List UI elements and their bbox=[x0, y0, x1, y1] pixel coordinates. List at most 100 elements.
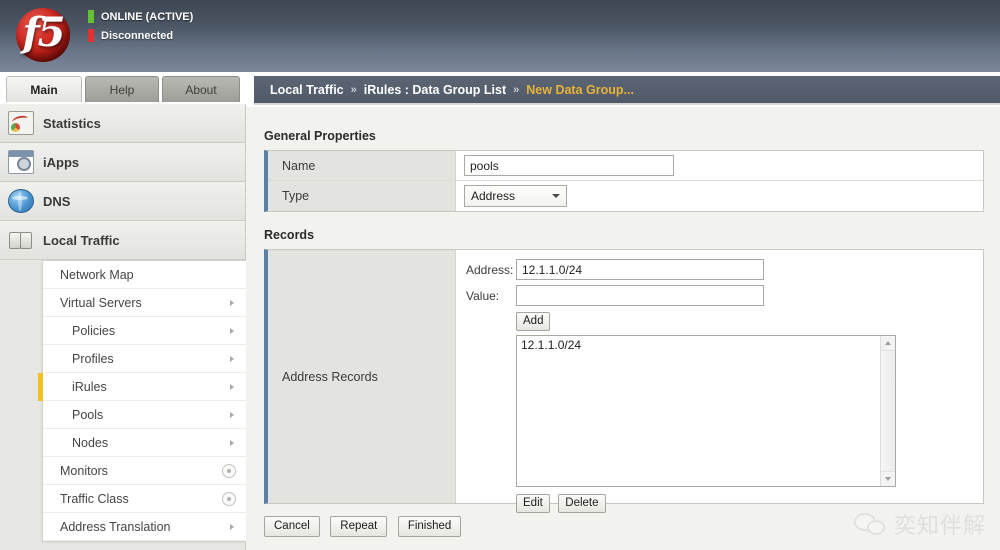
sidebar-item-statistics[interactable]: Statistics bbox=[0, 104, 245, 143]
add-button[interactable]: Add bbox=[516, 312, 551, 331]
records-row-address: Address: bbox=[466, 259, 973, 280]
label-address: Address: bbox=[466, 262, 514, 277]
sidebar-item-local-traffic[interactable]: Local Traffic bbox=[0, 221, 245, 260]
breadcrumb-item-local-traffic[interactable]: Local Traffic bbox=[270, 83, 344, 97]
sidebar-item-dns[interactable]: DNS bbox=[0, 182, 245, 221]
chevron-right-icon bbox=[230, 327, 234, 334]
sidebar-item-traffic-class[interactable]: Traffic Class bbox=[43, 485, 246, 513]
label-name: Name bbox=[268, 151, 456, 180]
sidebar-label-monitors: Monitors bbox=[60, 463, 108, 478]
field-name-cell bbox=[456, 151, 983, 180]
sidebar-label-dns: DNS bbox=[43, 193, 71, 209]
status-indicator-online-icon bbox=[88, 10, 94, 23]
tab-about[interactable]: About bbox=[162, 76, 240, 102]
scroll-down-icon[interactable] bbox=[881, 471, 895, 486]
chevron-right-icon bbox=[230, 299, 234, 306]
records-editor: Address: Value: Add 12.1.1.0/24 Ed bbox=[456, 250, 983, 513]
sidebar-label-address-translation: Address Translation bbox=[60, 519, 171, 534]
label-type: Type bbox=[268, 181, 456, 211]
type-select[interactable]: Address bbox=[464, 185, 567, 207]
status-indicator-disconnected-icon bbox=[88, 29, 94, 42]
f5-logo: f5 bbox=[12, 2, 74, 68]
sidebar-label-statistics: Statistics bbox=[43, 115, 101, 131]
list-item[interactable]: 12.1.1.0/24 bbox=[517, 336, 895, 353]
label-address-records: Address Records bbox=[268, 250, 456, 503]
status-block: ONLINE (ACTIVE) Disconnected bbox=[88, 8, 193, 46]
tab-help[interactable]: Help bbox=[85, 76, 159, 102]
sidebar-item-network-map[interactable]: Network Map bbox=[43, 261, 246, 289]
label-value: Value: bbox=[466, 288, 500, 303]
status-row-online: ONLINE (ACTIVE) bbox=[88, 8, 193, 25]
sidebar-item-irules[interactable]: iRules bbox=[38, 373, 246, 401]
field-type-cell: Address bbox=[456, 181, 983, 211]
sidebar-item-address-translation[interactable]: Address Translation bbox=[43, 513, 246, 541]
sidebar-item-iapps[interactable]: iApps bbox=[0, 143, 245, 182]
scroll-up-icon[interactable] bbox=[881, 336, 895, 351]
general-properties-panel: Name Type Address bbox=[264, 150, 984, 212]
listbox-scrollbar[interactable] bbox=[880, 336, 895, 486]
dns-icon bbox=[8, 189, 34, 213]
sidebar-item-monitors[interactable]: Monitors bbox=[43, 457, 246, 485]
sidebar-item-virtual-servers[interactable]: Virtual Servers bbox=[43, 289, 246, 317]
statistics-icon bbox=[8, 111, 34, 135]
sidebar: Statistics iApps DNS Local Traffic Netwo… bbox=[0, 104, 246, 550]
records-row-value: Value: bbox=[466, 285, 973, 306]
status-row-disconnected: Disconnected bbox=[88, 27, 193, 44]
type-select-value: Address bbox=[471, 189, 516, 203]
records-panel: Address Records Address: Value: Add 12.1… bbox=[264, 249, 984, 513]
status-label-online: ONLINE (ACTIVE) bbox=[101, 10, 194, 23]
cancel-button[interactable]: Cancel bbox=[264, 516, 320, 537]
sidebar-label-local-traffic: Local Traffic bbox=[43, 232, 120, 248]
sidebar-label-profiles: Profiles bbox=[72, 351, 114, 366]
sidebar-label-irules: iRules bbox=[72, 379, 107, 394]
general-properties-title: General Properties bbox=[264, 129, 376, 143]
iapps-icon bbox=[8, 150, 34, 174]
main-content: General Properties Name Type Address Rec… bbox=[246, 107, 1000, 550]
form-row-name: Name bbox=[268, 151, 983, 181]
chevron-right-icon bbox=[230, 439, 234, 446]
breadcrumb: Local Traffic » iRules : Data Group List… bbox=[254, 76, 1000, 105]
breadcrumb-separator-icon: » bbox=[350, 83, 357, 96]
value-input[interactable] bbox=[516, 285, 764, 306]
sidebar-label-virtual-servers: Virtual Servers bbox=[60, 295, 142, 310]
top-tabbar: Main Help About bbox=[0, 76, 246, 104]
delete-button[interactable]: Delete bbox=[558, 494, 606, 513]
sidebar-submenu: Network Map Virtual Servers Policies Pro… bbox=[38, 260, 246, 542]
sidebar-label-iapps: iApps bbox=[43, 154, 80, 170]
sidebar-label-policies: Policies bbox=[72, 323, 116, 338]
sidebar-item-nodes[interactable]: Nodes bbox=[43, 429, 246, 457]
logo-text: f5 bbox=[22, 9, 65, 56]
form-row-type: Type Address bbox=[268, 181, 983, 211]
sidebar-label-traffic-class: Traffic Class bbox=[60, 491, 129, 506]
record-actions: Edit Delete bbox=[516, 493, 973, 513]
records-listbox[interactable]: 12.1.1.0/24 bbox=[516, 335, 896, 487]
edit-button[interactable]: Edit bbox=[516, 494, 550, 513]
chevron-right-icon bbox=[230, 411, 234, 418]
sidebar-label-network-map: Network Map bbox=[60, 267, 134, 282]
chevron-right-icon bbox=[230, 355, 234, 362]
sidebar-item-profiles[interactable]: Profiles bbox=[43, 345, 246, 373]
chevron-right-icon bbox=[230, 523, 234, 530]
address-input[interactable] bbox=[516, 259, 764, 280]
finished-button[interactable]: Finished bbox=[397, 516, 462, 537]
breadcrumb-separator-icon-2: » bbox=[513, 83, 520, 96]
bottom-actions: Cancel Repeat Finished bbox=[264, 516, 984, 537]
target-circle-icon bbox=[222, 463, 236, 478]
chevron-down-icon bbox=[552, 194, 560, 198]
records-title: Records bbox=[264, 228, 315, 242]
sidebar-item-pools[interactable]: Pools bbox=[43, 401, 246, 429]
sidebar-item-policies[interactable]: Policies bbox=[43, 317, 246, 345]
app-root: f5 ONLINE (ACTIVE) Disconnected Main Hel… bbox=[0, 0, 1000, 550]
sidebar-label-pools: Pools bbox=[72, 407, 104, 422]
repeat-button[interactable]: Repeat bbox=[330, 516, 388, 537]
breadcrumb-item-irules-data-group-list[interactable]: iRules : Data Group List bbox=[364, 83, 506, 97]
target-circle-icon bbox=[222, 491, 236, 506]
sidebar-label-nodes: Nodes bbox=[72, 435, 109, 450]
tab-main[interactable]: Main bbox=[6, 76, 82, 102]
name-input[interactable] bbox=[464, 155, 674, 176]
local-traffic-icon bbox=[8, 228, 34, 252]
chevron-right-icon bbox=[230, 383, 234, 390]
breadcrumb-current-new-data-group: New Data Group... bbox=[526, 82, 634, 97]
app-header: f5 ONLINE (ACTIVE) Disconnected bbox=[0, 0, 1000, 72]
status-label-disconnected: Disconnected bbox=[101, 29, 174, 42]
